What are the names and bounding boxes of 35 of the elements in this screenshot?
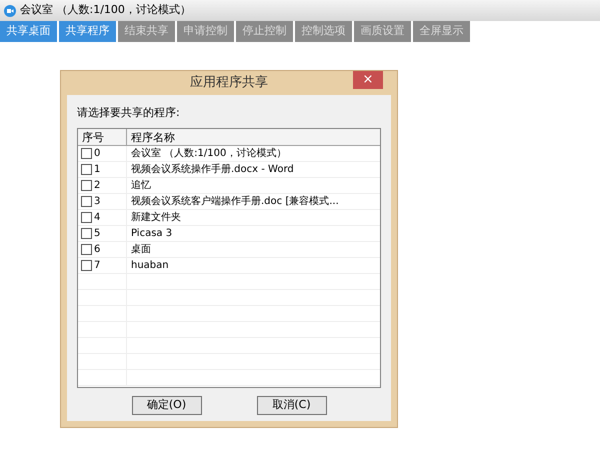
- table-cell-text: 2: [94, 178, 100, 192]
- table-cell-text: 视频会议系统操作手册.docx - Word: [130, 162, 295, 176]
- prompt-label: 请选择要共享的程序:: [77, 105, 181, 121]
- table-cell-text: 桌面: [130, 242, 152, 256]
- dialog-button[interactable]: 取消(C): [256, 396, 326, 414]
- table-cell-text: 0: [94, 146, 100, 160]
- table-cell-text: 3: [94, 194, 100, 208]
- toolbar-button[interactable]: 共享程序: [59, 21, 116, 42]
- table-cell-text: 视频会议系统客户端操作手册.doc [兼容模式...: [130, 194, 340, 208]
- dialog-title: 应用程序共享: [190, 74, 268, 92]
- window-title: 会议室 （人数:1/100，讨论模式）: [20, 2, 191, 18]
- dialog-button[interactable]: 确定(O): [132, 396, 202, 414]
- checkbox[interactable]: [81, 148, 92, 158]
- table-cell-text: 追忆: [130, 178, 152, 192]
- checkbox[interactable]: [81, 244, 92, 254]
- close-button[interactable]: ×: [353, 71, 383, 89]
- checkbox[interactable]: [81, 212, 92, 222]
- checkbox[interactable]: [81, 228, 92, 238]
- checkbox[interactable]: [81, 260, 92, 270]
- checkbox[interactable]: [81, 180, 92, 190]
- column-header[interactable]: 程序名称: [127, 128, 380, 144]
- table-cell-text: Picasa 3: [130, 226, 174, 240]
- table-cell-text: 会议室 （人数:1/100，讨论模式）: [130, 146, 288, 160]
- table-cell-text: 1: [94, 162, 100, 176]
- table-cell-text: 新建文件夹: [130, 210, 182, 224]
- toolbar-button[interactable]: 共享桌面: [0, 21, 57, 42]
- checkbox[interactable]: [81, 196, 92, 206]
- table-cell-text: 6: [94, 242, 100, 256]
- video-camera-icon: [4, 4, 16, 16]
- checkbox[interactable]: [81, 164, 92, 174]
- column-header[interactable]: 序号: [78, 128, 127, 144]
- table-cell-text: 5: [94, 226, 100, 240]
- table-cell-text: 7: [94, 258, 100, 272]
- table-cell-text: huaban: [130, 258, 170, 272]
- table-cell-text: 4: [94, 210, 100, 224]
